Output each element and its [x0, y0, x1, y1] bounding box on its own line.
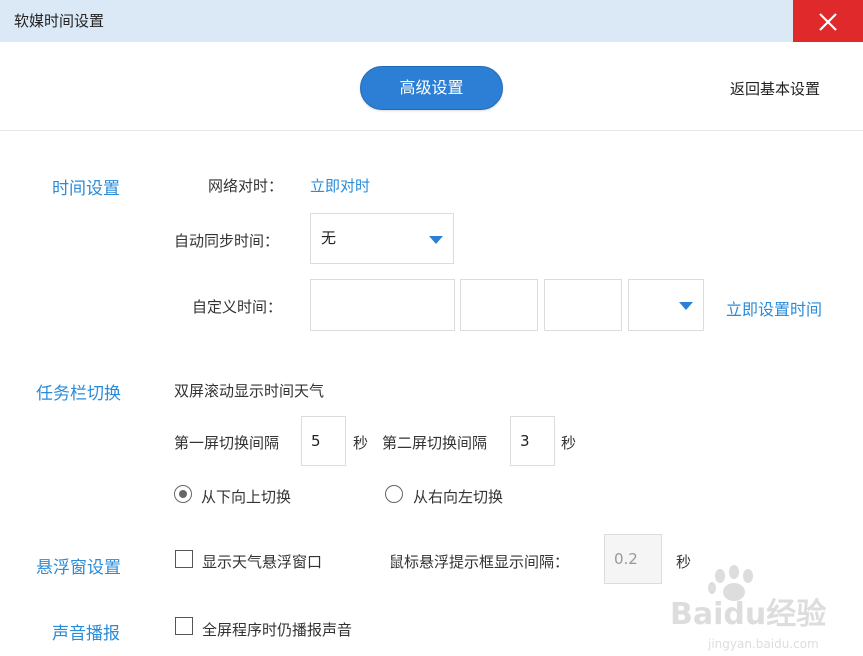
- show-weather-checkbox[interactable]: [175, 550, 193, 568]
- dropdown-arrow-icon: [429, 236, 443, 244]
- auto-sync-select[interactable]: 无: [310, 213, 454, 264]
- tooltip-interval-label: 鼠标悬浮提示框显示间隔：: [389, 553, 570, 571]
- section-title-floating: 悬浮窗设置: [36, 558, 121, 578]
- window-title: 软媒时间设置: [14, 12, 105, 30]
- fullscreen-sound-label: 全屏程序时仍播报声音: [202, 621, 353, 639]
- custom-date-field[interactable]: [310, 279, 455, 331]
- seconds-unit: 秒: [676, 553, 692, 571]
- custom-second-field[interactable]: [628, 279, 704, 331]
- sync-now-link[interactable]: 立即对时: [310, 175, 370, 196]
- close-icon: [819, 13, 837, 31]
- watermark-subtext: jingyan.baidu.com: [707, 637, 819, 651]
- close-button[interactable]: [793, 0, 863, 43]
- second-interval-input[interactable]: 3: [510, 416, 555, 466]
- network-sync-label: 网络对时：: [208, 177, 284, 195]
- seconds-unit: 秒: [353, 434, 369, 452]
- show-weather-label: 显示天气悬浮窗口: [202, 553, 323, 571]
- baidu-watermark: Baidu经验 jingyan.baidu.com: [668, 562, 858, 652]
- custom-minute-field[interactable]: [544, 279, 622, 331]
- second-interval-label: 第二屏切换间隔: [382, 434, 488, 452]
- radio-right-left[interactable]: [385, 485, 403, 503]
- title-bar: [0, 0, 863, 42]
- set-time-now-link[interactable]: 立即设置时间: [726, 296, 822, 320]
- dropdown-arrow-icon: [679, 302, 693, 310]
- section-title-taskbar: 任务栏切换: [36, 384, 121, 404]
- advanced-settings-button[interactable]: 高级设置: [360, 66, 503, 110]
- first-interval-label: 第一屏切换间隔: [174, 434, 280, 452]
- custom-time-label: 自定义时间：: [192, 298, 283, 316]
- custom-hour-field[interactable]: [460, 279, 538, 331]
- taskbar-description: 双屏滚动显示时间天气: [174, 382, 325, 400]
- tooltip-interval-input[interactable]: 0.2: [604, 534, 662, 584]
- baidu-paw-icon: Baidu经验 jingyan.baidu.com: [670, 565, 826, 651]
- auto-sync-label: 自动同步时间：: [174, 232, 280, 250]
- section-title-time: 时间设置: [52, 179, 120, 199]
- radio-right-left-label: 从右向左切换: [413, 488, 504, 506]
- auto-sync-value: 无: [321, 229, 337, 247]
- fullscreen-sound-checkbox[interactable]: [175, 617, 193, 635]
- first-interval-input[interactable]: 5: [301, 416, 346, 466]
- seconds-unit: 秒: [561, 434, 577, 452]
- radio-bottom-up-label: 从下向上切换: [201, 488, 292, 506]
- section-title-sound: 声音播报: [52, 624, 120, 644]
- watermark-text: Baidu经验: [670, 597, 826, 632]
- back-to-basic-link[interactable]: 返回基本设置: [730, 78, 820, 99]
- radio-bottom-up[interactable]: [174, 485, 192, 503]
